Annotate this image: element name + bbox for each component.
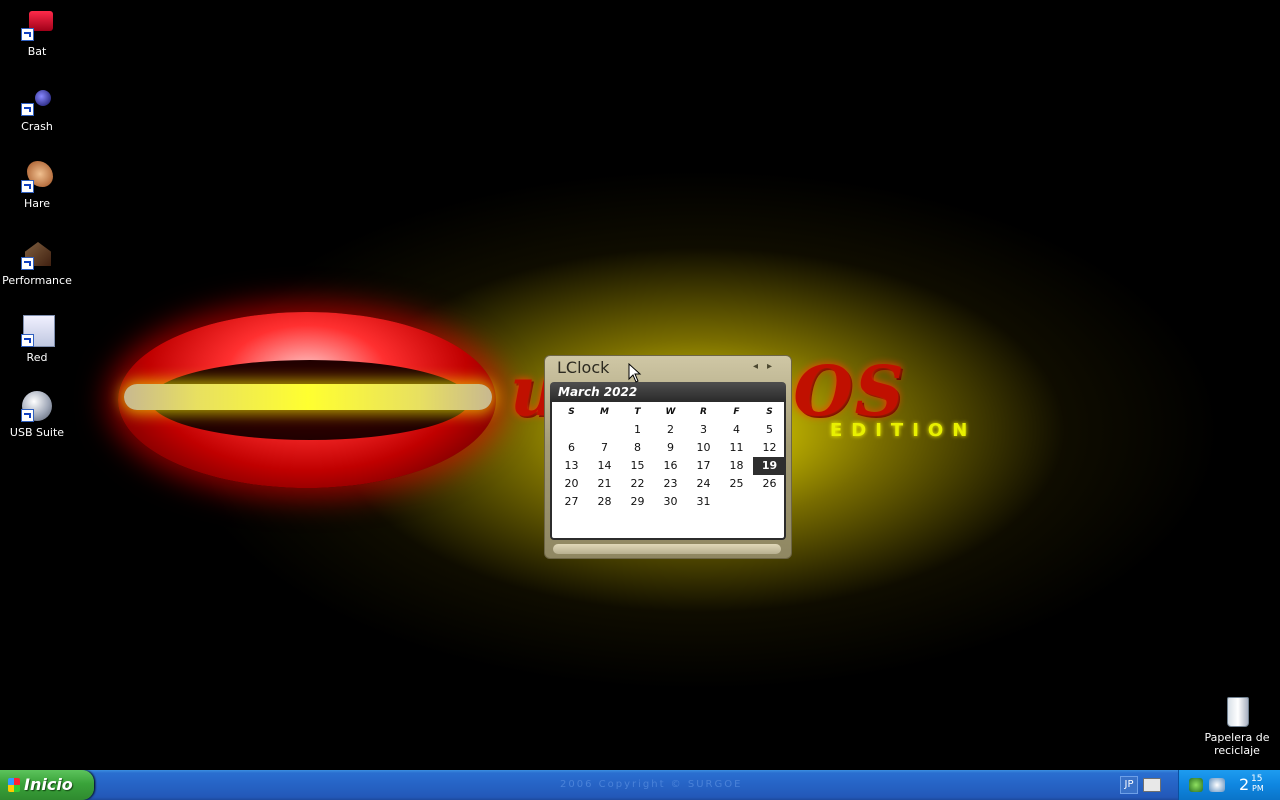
calendar-day[interactable]: 25 — [720, 475, 753, 493]
system-tray: 2 15 PM — [1178, 770, 1280, 800]
calendar-day[interactable]: 11 — [720, 439, 753, 457]
calendar-day[interactable]: 8 — [621, 439, 654, 457]
usb-suite-shortcut-icon — [21, 390, 53, 422]
calendar-day[interactable]: 23 — [654, 475, 687, 493]
calendar-day[interactable]: 22 — [621, 475, 654, 493]
calendar-day[interactable]: 5 — [753, 421, 786, 439]
clock-minute[interactable]: 15 — [1251, 774, 1262, 784]
calendar-day[interactable]: 28 — [588, 493, 621, 511]
hare-shortcut-icon — [21, 161, 53, 193]
calendar-day[interactable]: 30 — [654, 493, 687, 511]
clock-hour[interactable]: 2 — [1239, 775, 1249, 794]
weekday-header: S — [568, 407, 575, 417]
performance-shortcut-icon — [21, 238, 53, 270]
next-month-icon[interactable]: ▸ — [767, 361, 772, 372]
calendar-month-label: March 2022 — [550, 382, 786, 402]
prev-month-icon[interactable]: ◂ — [753, 361, 758, 372]
desktop-icon-crash[interactable]: Crash — [0, 84, 74, 133]
calendar-day[interactable]: 21 — [588, 475, 621, 493]
desktop-icon-bat[interactable]: Bat — [0, 9, 74, 58]
wallpaper-logo-bar — [124, 384, 492, 410]
wallpaper-logo-edition: EDITION — [830, 420, 977, 441]
weekday-header: F — [733, 407, 740, 417]
calendar-day[interactable]: 14 — [588, 457, 621, 475]
clock-ampm[interactable]: PM — [1252, 784, 1264, 793]
calendar-grid: S M T W R F S 1 2 3 4 5 6 7 8 9 10 11 12 13 14 15 16 17 18 19 20 21… — [555, 403, 786, 511]
taskbar: Inicio 2006 Copyright © SURGOE JP 2 15 P… — [0, 770, 1280, 800]
desktop-icon-label: Red — [26, 351, 48, 364]
desktop-icon-label: Hare — [23, 197, 51, 210]
desktop-icon-label: Performance — [2, 274, 72, 287]
language-indicator[interactable]: JP — [1120, 776, 1138, 794]
desktop-icon-red[interactable]: Red — [0, 315, 74, 364]
crash-shortcut-icon — [21, 84, 53, 116]
desktop-icon-label: USB Suite — [9, 426, 65, 439]
desktop-icon-label: Bat — [27, 45, 47, 58]
keyboard-icon[interactable] — [1143, 778, 1161, 792]
desktop: ubuntaOS EDITION Bat Crash Hare Performa… — [0, 0, 1280, 770]
tray-app-icon[interactable] — [1189, 778, 1203, 792]
calendar-day[interactable]: 17 — [687, 457, 720, 475]
calendar-day[interactable]: 16 — [654, 457, 687, 475]
calendar-day[interactable]: 18 — [720, 457, 753, 475]
desktop-icon-performance[interactable]: Performance — [0, 238, 74, 287]
calendar-day[interactable]: 3 — [687, 421, 720, 439]
tray-network-icon[interactable] — [1209, 778, 1225, 792]
desktop-icon-label: Crash — [21, 120, 53, 133]
calendar-empty-cell — [555, 421, 588, 439]
calendar-day[interactable]: 27 — [555, 493, 588, 511]
weekday-header: T — [634, 407, 641, 417]
calendar-day[interactable]: 2 — [654, 421, 687, 439]
start-button[interactable]: Inicio — [0, 770, 94, 800]
lclock-title: LClock — [557, 358, 610, 377]
taskbar-watermark: 2006 Copyright © SURGOE — [560, 779, 743, 790]
calendar-day[interactable]: 20 — [555, 475, 588, 493]
desktop-icon-label: Papelera de reciclaje — [1204, 731, 1270, 757]
calendar-empty-cell — [588, 421, 621, 439]
calendar-day[interactable]: 4 — [720, 421, 753, 439]
network-shortcut-icon — [21, 315, 55, 347]
windows-flag-icon — [8, 778, 20, 792]
recycle-bin-icon — [1221, 695, 1253, 727]
calendar-day[interactable]: 12 — [753, 439, 786, 457]
weekday-header: S — [766, 407, 773, 417]
lclock-widget[interactable]: LClock ◂ ▸ March 2022 S M T W R F S 1 2 3 4 5 6 7 8 9 10… — [544, 355, 792, 559]
calendar-day[interactable]: 26 — [753, 475, 786, 493]
calendar-day[interactable]: 1 — [621, 421, 654, 439]
desktop-icon-hare[interactable]: Hare — [0, 161, 74, 210]
calendar-body: S M T W R F S 1 2 3 4 5 6 7 8 9 10 11 12 13 14 15 16 17 18 19 20 21… — [550, 402, 786, 540]
calendar-day[interactable]: 24 — [687, 475, 720, 493]
calendar-day[interactable]: 15 — [621, 457, 654, 475]
calendar-day[interactable]: 7 — [588, 439, 621, 457]
calendar-day[interactable]: 31 — [687, 493, 720, 511]
calendar-day[interactable]: 10 — [687, 439, 720, 457]
weekday-header: R — [700, 407, 707, 417]
desktop-icon-usb-suite[interactable]: USB Suite — [0, 390, 74, 439]
calendar-day[interactable]: 13 — [555, 457, 588, 475]
desktop-icon-recycle-bin[interactable]: Papelera de reciclaje — [1198, 695, 1276, 757]
bat-shortcut-icon — [21, 9, 53, 41]
calendar-day[interactable]: 29 — [621, 493, 654, 511]
calendar-day[interactable]: 9 — [654, 439, 687, 457]
lclock-footer-bar — [553, 544, 781, 554]
start-button-label: Inicio — [24, 775, 73, 794]
calendar-day[interactable]: 19 — [753, 457, 786, 475]
calendar-day[interactable]: 6 — [555, 439, 588, 457]
weekday-header: M — [600, 407, 609, 417]
weekday-header: W — [665, 407, 676, 417]
